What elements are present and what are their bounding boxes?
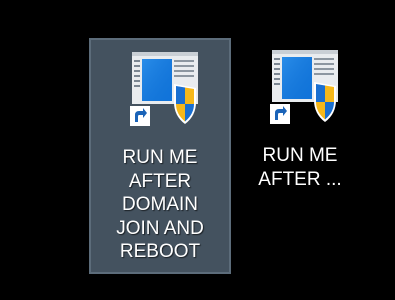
shortcut-icon bbox=[116, 50, 204, 130]
desktop[interactable]: RUN ME AFTER DOMAIN JOIN AND REBOOT RUN … bbox=[0, 0, 395, 300]
shortcut-label[interactable]: RUN ME AFTER DOMAIN JOIN AND REBOOT bbox=[91, 146, 229, 264]
windows-shortcut-with-uac-shield-icon bbox=[130, 52, 198, 126]
windows-shortcut-with-uac-shield-icon bbox=[270, 50, 338, 124]
shortcut-icon bbox=[256, 48, 344, 128]
shortcut-label[interactable]: RUN ME AFTER ... bbox=[248, 144, 352, 191]
desktop-shortcut-run-me-after-domain-join[interactable]: RUN ME AFTER DOMAIN JOIN AND REBOOT bbox=[89, 38, 231, 274]
desktop-shortcut-run-me-after[interactable]: RUN ME AFTER ... bbox=[248, 38, 352, 191]
